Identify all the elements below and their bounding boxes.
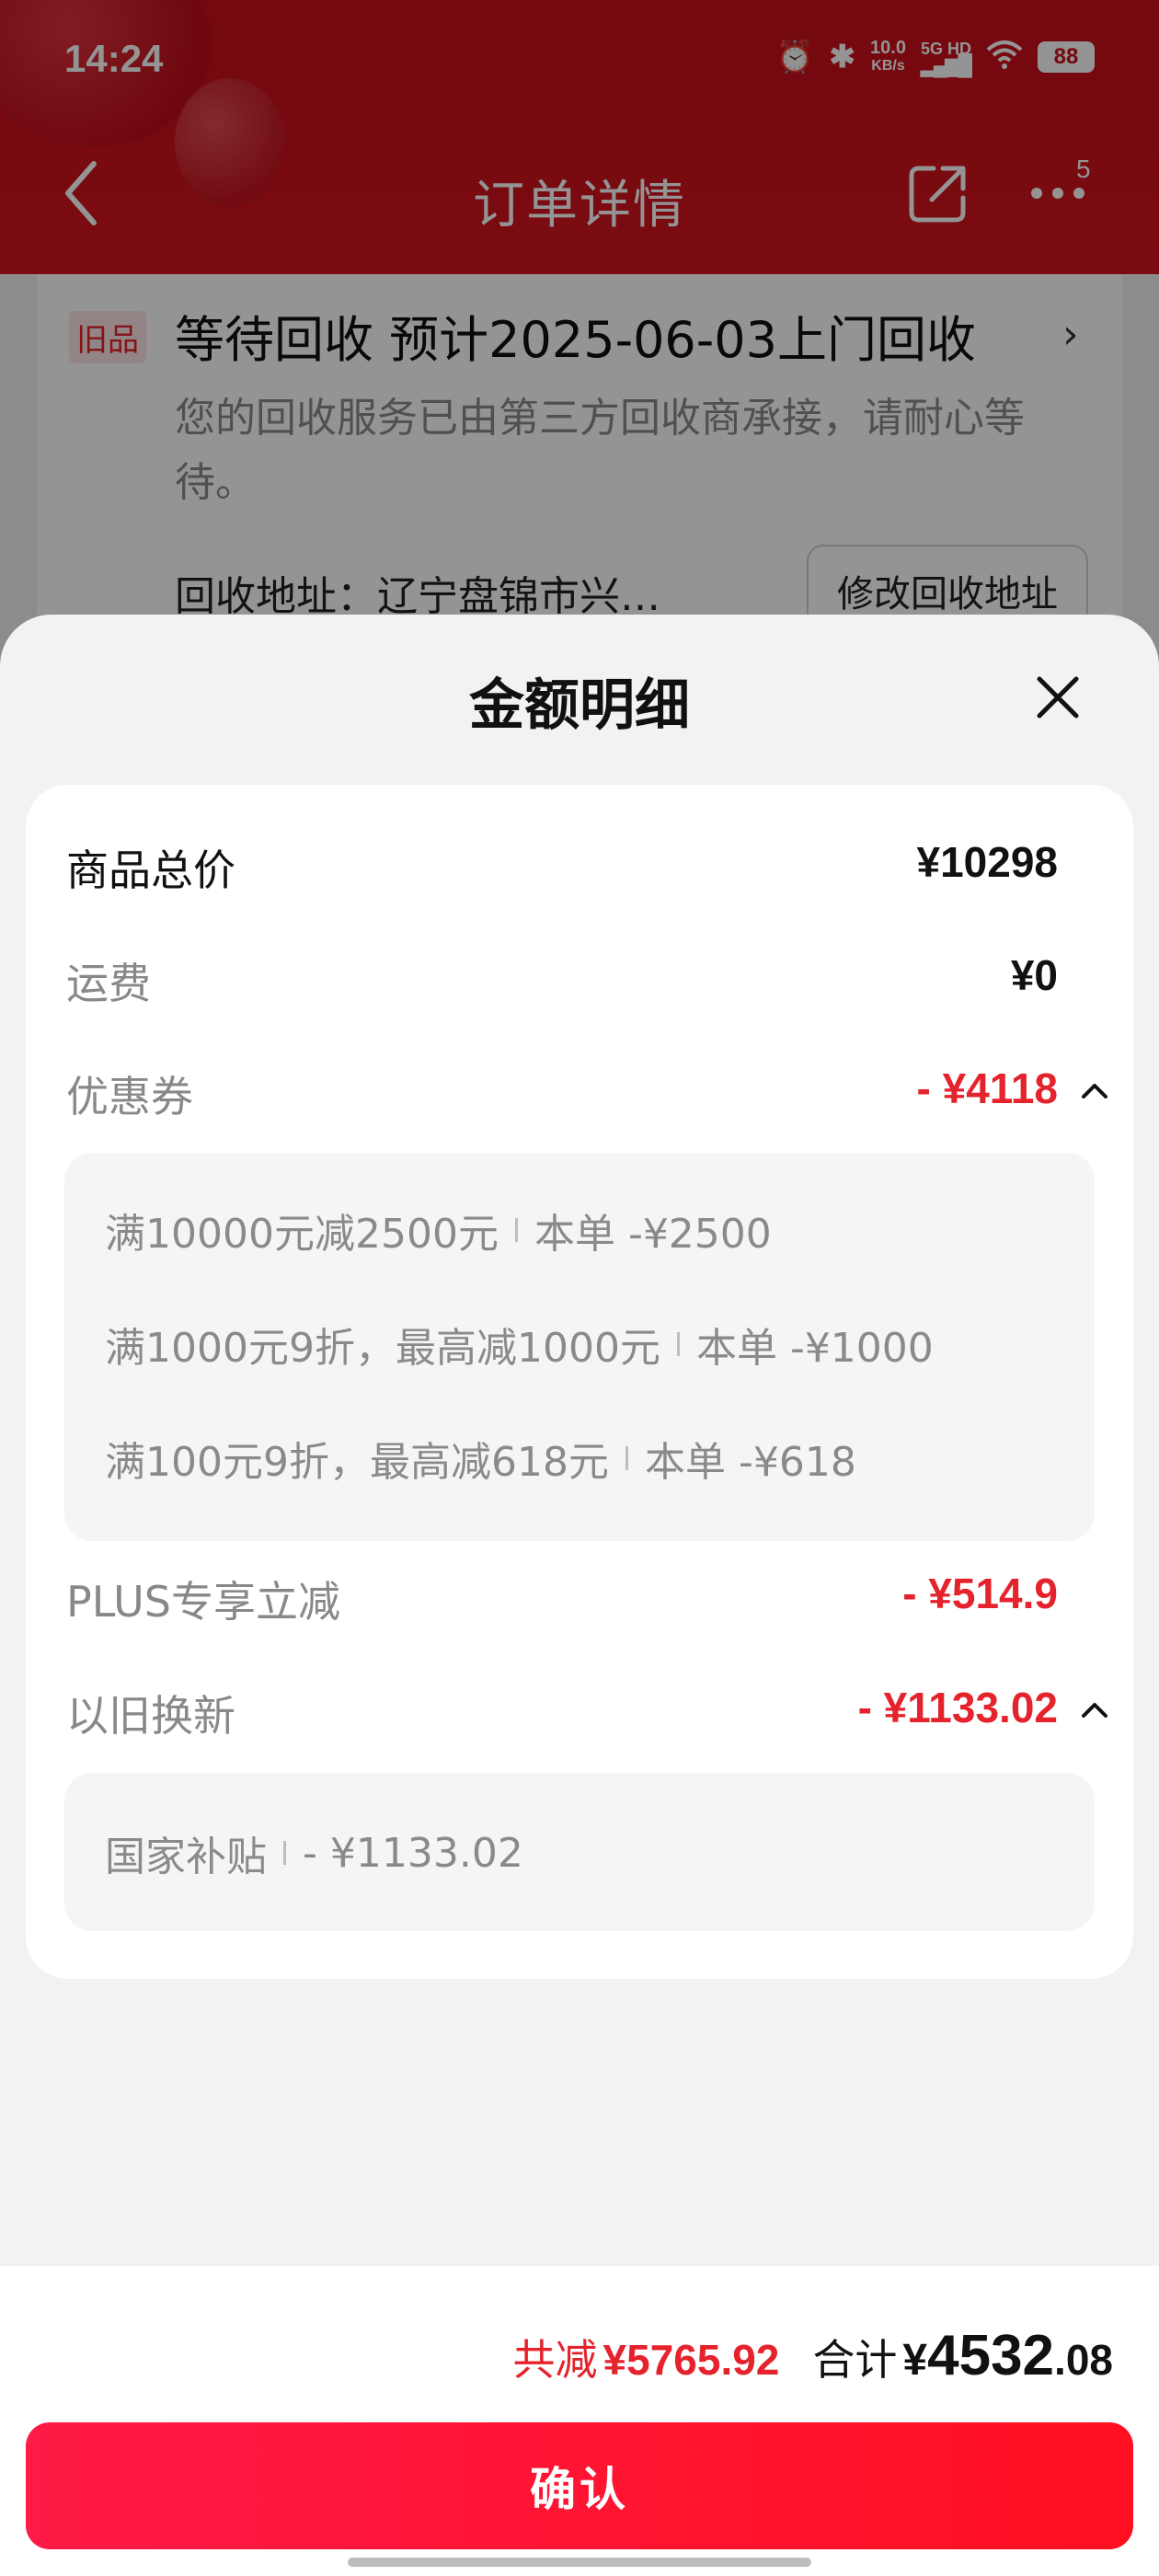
row-trade-in[interactable]: 以旧换新 - ¥1133.02: [66, 1683, 1124, 1747]
total-currency: ¥: [902, 2336, 928, 2385]
trade-in-detail-item: 国家补贴 - ¥1133.02: [105, 1823, 523, 1882]
row-label: 运费: [66, 959, 151, 1008]
row-value: - ¥4118: [916, 1064, 1058, 1112]
row-goods-total: 商品总价 ¥10298: [66, 837, 1124, 902]
subsidy-rule: 国家补贴: [105, 1834, 267, 1880]
total-decimal: .08: [1054, 2336, 1113, 2384]
coupon-rule: 满10000元减2500元: [105, 1211, 499, 1258]
coupon-detail-item: 满100元9折，最高减618元 本单 -¥618: [105, 1429, 856, 1488]
total-reduce-label: 共减: [512, 2335, 598, 2385]
chevron-up-icon[interactable]: [1076, 1692, 1113, 1729]
coupon-detail-item: 满10000元减2500元 本单 -¥2500: [105, 1201, 772, 1259]
coupon-this-order: 本单 -¥1000: [695, 1325, 934, 1372]
amount-detail-sheet: 金额明细 商品总价 ¥10298 运费 ¥0 优惠券 - ¥4118 满1000…: [0, 615, 1159, 2576]
row-plus-discount: PLUS专享立减 - ¥514.9: [66, 1569, 1124, 1633]
row-coupon[interactable]: 优惠券 - ¥4118: [66, 1064, 1124, 1128]
trade-in-detail-box: 国家补贴 - ¥1133.02: [64, 1773, 1095, 1931]
coupon-detail-item: 满1000元9折，最高减1000元 本单 -¥1000: [105, 1315, 934, 1374]
total-summary: 共减 ¥5765.92 合计 ¥ 4532 .08: [513, 2323, 1113, 2388]
subsidy-this-order: - ¥1133.02: [303, 1829, 523, 1877]
coupon-this-order: 本单 -¥618: [644, 1439, 856, 1486]
total-label: 合计: [812, 2335, 898, 2385]
row-shipping: 运费 ¥0: [66, 950, 1124, 1015]
row-label: 商品总价: [66, 845, 235, 895]
coupon-this-order: 本单 -¥2500: [534, 1211, 772, 1258]
confirm-button[interactable]: 确认: [26, 2422, 1133, 2549]
close-icon[interactable]: [1030, 670, 1085, 725]
row-value: - ¥514.9: [902, 1570, 1058, 1617]
row-value: - ¥1133.02: [857, 1684, 1058, 1731]
total-integer: 4532: [927, 2324, 1055, 2387]
divider: [625, 1446, 628, 1470]
row-value: ¥10298: [916, 838, 1059, 886]
row-label: PLUS专享立减: [66, 1577, 340, 1627]
row-value: ¥0: [1010, 951, 1058, 999]
coupon-rule: 满100元9折，最高减618元: [105, 1439, 609, 1486]
chevron-up-icon[interactable]: [1076, 1073, 1113, 1110]
coupon-detail-box: 满10000元减2500元 本单 -¥2500 满1000元9折，最高减1000…: [64, 1153, 1095, 1541]
home-indicator[interactable]: [348, 2558, 811, 2567]
row-label: 优惠券: [66, 1072, 193, 1121]
divider: [283, 1841, 286, 1865]
row-label: 以旧换新: [66, 1691, 235, 1741]
total-reduce-value: ¥5765.92: [602, 2336, 780, 2384]
sheet-title: 金额明细: [469, 673, 690, 738]
coupon-rule: 满1000元9折，最高减1000元: [105, 1325, 660, 1372]
amount-detail-card: 商品总价 ¥10298 运费 ¥0 优惠券 - ¥4118 满10000元减25…: [26, 785, 1133, 1979]
divider: [514, 1218, 518, 1242]
divider: [676, 1332, 680, 1356]
sheet-footer: 共减 ¥5765.92 合计 ¥ 4532 .08 确认: [0, 2266, 1159, 2576]
